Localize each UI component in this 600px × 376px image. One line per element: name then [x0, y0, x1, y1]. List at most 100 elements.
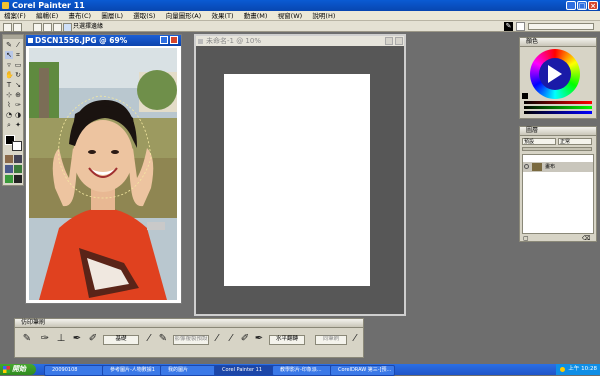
composite-method-select[interactable]: 正常 [558, 138, 592, 145]
clone-panel-header[interactable]: 仿印筆刷 [15, 319, 363, 328]
menu-layers[interactable]: 圖層(L) [97, 11, 127, 21]
menu-movie[interactable]: 動畫(M) [240, 11, 272, 21]
brush-selector-icon[interactable]: ✎ [504, 22, 513, 31]
brush-icon-5[interactable]: ⁄ [143, 333, 155, 345]
grab-tool-icon[interactable]: ✋ [5, 71, 14, 79]
color-panel-title: 顏色 [526, 38, 539, 45]
transform-tool-icon[interactable]: ⊕ [14, 91, 22, 99]
taskbar-item-video[interactable]: 教學影片-印象派... [272, 365, 337, 376]
layers-panel-header[interactable]: 圖層 [520, 127, 596, 136]
additional-color-swatch[interactable] [12, 141, 22, 151]
brush-icon-11[interactable]: ⁄ [349, 333, 361, 345]
dodge-tool-icon[interactable]: ◑ [14, 111, 22, 119]
weaving-selector-icon[interactable] [14, 165, 22, 173]
crop-tool-icon[interactable]: ⌗ [14, 51, 22, 59]
look-selector-icon[interactable] [14, 175, 22, 183]
clone-preset-button[interactable]: 影像複製預設 [173, 335, 209, 345]
main-color-chip[interactable] [522, 93, 528, 99]
brush-icon-6[interactable]: ✎ [157, 333, 169, 345]
layer-visibility-icon[interactable] [524, 164, 529, 169]
blend-mode-select[interactable]: 預設 [522, 138, 556, 145]
menu-file[interactable]: 檔案(F) [0, 11, 30, 21]
lasso-tool-icon[interactable]: ↖ [5, 51, 13, 59]
eraser-tool-icon[interactable]: ▭ [14, 61, 22, 69]
taskbar-item-painter[interactable]: Corel Painter 11 [214, 365, 279, 376]
shape-tool-icon[interactable]: ↘ [14, 81, 22, 89]
layer-new-icon[interactable]: ▢ [523, 235, 529, 242]
brush-variant-field[interactable] [528, 23, 594, 30]
brush-tool-icon[interactable]: ✎ [5, 41, 13, 49]
taskbar-item-folder-2[interactable]: 參考圖片-人物數據1 [102, 365, 167, 376]
add-selection-icon[interactable] [43, 23, 52, 32]
opacity-slider[interactable] [522, 147, 592, 151]
doc-close-button[interactable] [170, 36, 178, 44]
pen-tool-icon[interactable]: ⌇ [5, 101, 13, 109]
green-slider[interactable] [524, 106, 592, 109]
selection-adjuster-icon[interactable]: ⊹ [5, 91, 13, 99]
brush-icon-3[interactable]: ✒ [71, 333, 83, 345]
menu-window[interactable]: 視窗(W) [274, 11, 307, 21]
maximize-button[interactable]: □ [577, 1, 587, 10]
blue-slider[interactable] [524, 111, 592, 114]
brush-icon-8[interactable]: ⁄ [225, 333, 237, 345]
color-panel-header[interactable]: 顏色 [520, 38, 596, 47]
stamp-icon[interactable]: ⊥ [55, 333, 67, 345]
brush-icon-1[interactable]: ✎ [21, 333, 33, 345]
color-panel: 顏色 [519, 37, 597, 119]
photo-canvas[interactable] [29, 48, 177, 300]
taskbar-item-coreldraw[interactable]: CorelDRAW 第三-[預... [330, 365, 395, 376]
new-image-title: 未命名-1 @ 10% [206, 37, 261, 45]
layer-row[interactable]: 畫布 [523, 162, 593, 172]
menu-select[interactable]: 選取(S) [129, 11, 159, 21]
brush-icon-9[interactable]: ✐ [239, 333, 251, 345]
text-tool-icon[interactable]: T [5, 81, 13, 89]
paint-bucket-icon[interactable]: ▿ [5, 61, 13, 69]
color-triangle-icon [548, 65, 562, 83]
brush-icon-7[interactable]: ⁄ [211, 333, 223, 345]
layer-delete-icon[interactable]: ⌫ [582, 235, 590, 242]
menu-help[interactable]: 說明(H) [308, 11, 339, 21]
minimize-button[interactable]: _ [566, 1, 576, 10]
tool-options-icon[interactable] [3, 23, 12, 32]
basic-button[interactable]: 基礎 [103, 335, 139, 345]
edge-only-checkbox[interactable] [63, 23, 72, 32]
same-brush-button[interactable]: 同筆刷 [315, 335, 347, 345]
paper-selector-icon[interactable] [5, 155, 13, 163]
gradient-selector-icon[interactable] [14, 155, 22, 163]
pattern-selector-icon[interactable] [5, 165, 13, 173]
brush-icon-10[interactable]: ✒ [253, 333, 265, 345]
taskbar-item-my-pictures[interactable]: 我的圖片 [160, 365, 221, 376]
cloner-tool-icon[interactable]: ✑ [14, 101, 22, 109]
close-button[interactable]: × [588, 1, 598, 10]
new-minimize-button[interactable] [385, 37, 393, 45]
burn-tool-icon[interactable]: ◔ [5, 111, 13, 119]
blank-canvas[interactable] [224, 74, 370, 286]
brush-icon-4[interactable]: ✐ [87, 333, 99, 345]
menu-canvas[interactable]: 畫布(C) [64, 11, 95, 21]
magnifier-tool-icon[interactable]: ⌕ [5, 121, 13, 129]
edge-only-label: 只選擇邊緣 [73, 23, 104, 30]
new-close-button[interactable] [395, 37, 403, 45]
brush-icon-2[interactable]: ✑ [39, 333, 51, 345]
subtract-selection-icon[interactable] [53, 23, 62, 32]
tray-icon[interactable] [560, 367, 565, 372]
start-button[interactable]: 開始 [0, 364, 36, 375]
reset-tool-icon[interactable] [13, 23, 22, 32]
selection-mode-icon[interactable] [33, 23, 42, 32]
taskbar-item-folder-1[interactable]: 20090108 [44, 365, 109, 376]
dropper-tool-icon[interactable]: ⁄ [14, 41, 22, 49]
doc-minimize-button[interactable] [160, 36, 168, 44]
toolbox: ✎ ⁄ ↖ ⌗ ▿ ▭ ✋ ↻ T ↘ ⊹ ⊕ ⌇ ✑ ◔ ◑ ⌕ ✦ [2, 34, 24, 186]
rotate-page-icon[interactable]: ↻ [14, 71, 22, 79]
menu-shapes[interactable]: 向量圖形(A) [162, 11, 206, 21]
red-slider[interactable] [524, 101, 592, 104]
menu-edit[interactable]: 編輯(E) [32, 11, 62, 21]
layer-name: 畫布 [545, 164, 556, 170]
nozzle-selector-icon[interactable] [5, 175, 13, 183]
brush-variant-icon[interactable] [516, 22, 525, 31]
clock[interactable]: 上午 10:28 [568, 366, 597, 372]
toolbox-grip[interactable] [3, 35, 23, 39]
flip-horizontal-button[interactable]: 水平翻轉 [269, 335, 305, 345]
magic-wand-icon[interactable]: ✦ [14, 121, 22, 129]
menu-effects[interactable]: 效果(T) [207, 11, 237, 21]
